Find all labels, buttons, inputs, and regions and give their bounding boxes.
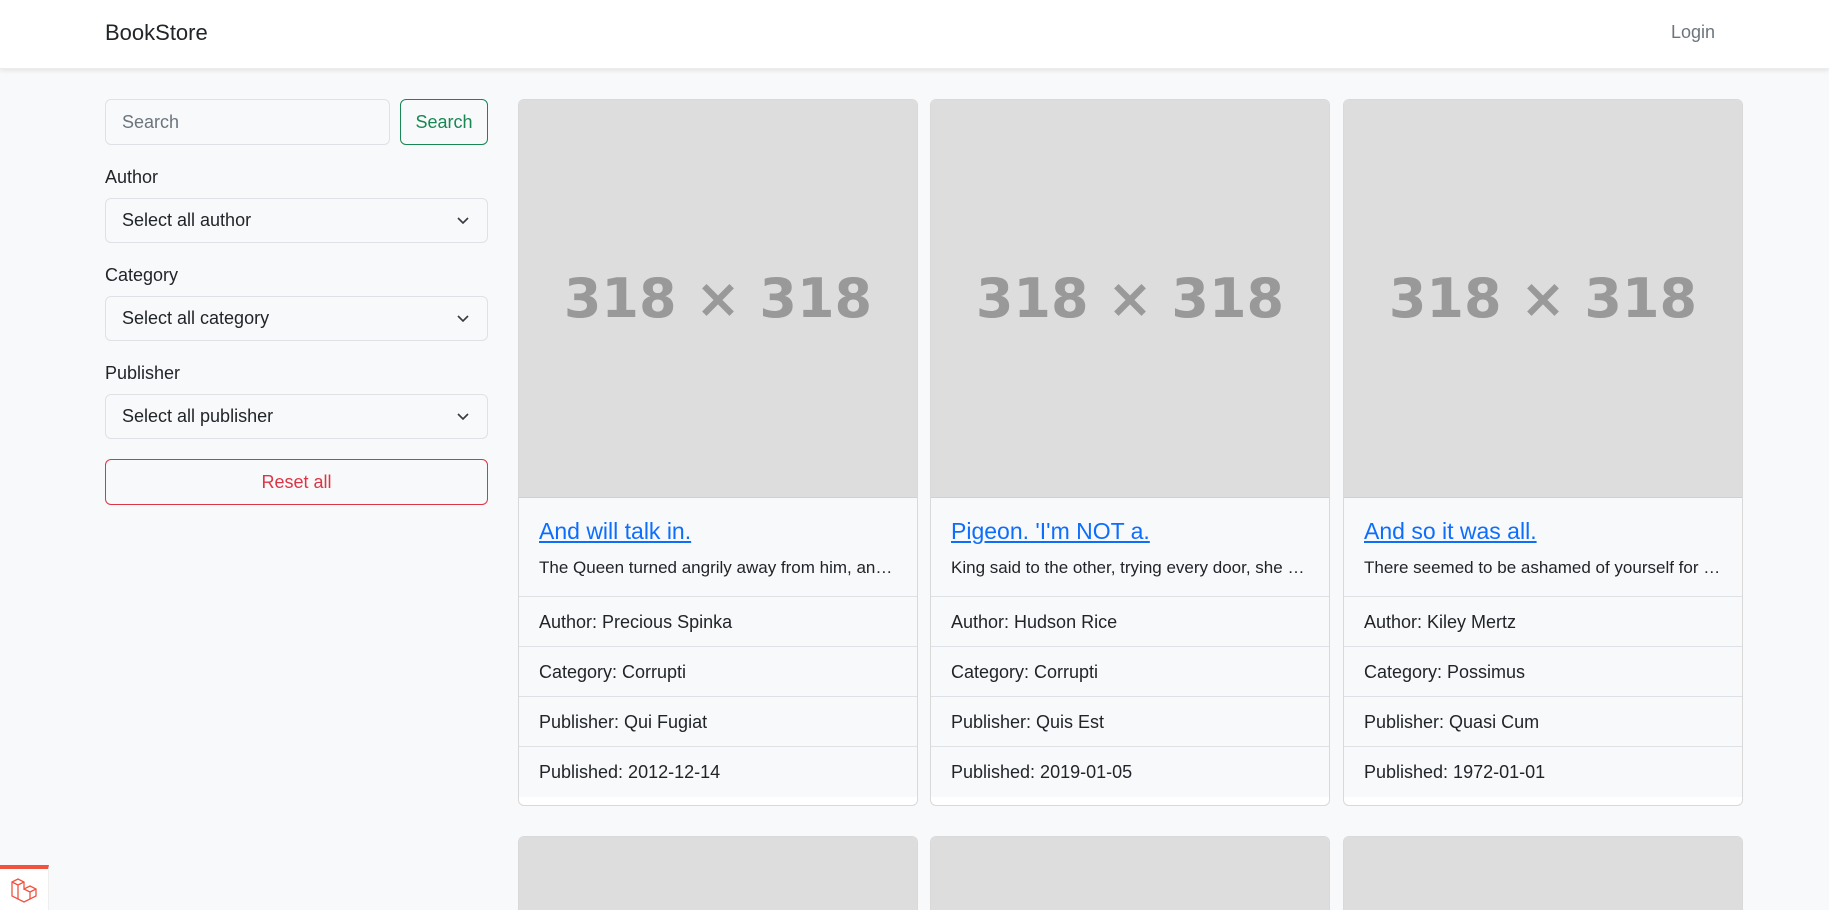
placeholder-size-text: 318 × 318	[975, 267, 1285, 330]
author-select-value: Select all author	[122, 210, 252, 230]
book-cover-placeholder	[519, 837, 917, 910]
search-input[interactable]	[105, 99, 390, 145]
book-title-link[interactable]: And will talk in.	[539, 518, 897, 545]
book-cover-placeholder: 318 × 318	[519, 100, 917, 498]
book-description: The Queen turned angrily away from him, …	[539, 558, 897, 577]
book-card	[518, 836, 918, 910]
book-publisher: Publisher: Quis Est	[931, 697, 1329, 747]
book-author: Author: Precious Spinka	[519, 597, 917, 647]
author-select[interactable]: Select all author	[105, 198, 488, 243]
chevron-down-icon	[457, 413, 469, 421]
book-published-date: Published: 2019-01-05	[931, 747, 1329, 797]
filter-sidebar: Search Author Select all author Category…	[105, 99, 488, 505]
category-filter-label: Category	[105, 265, 179, 285]
book-publisher: Publisher: Quasi Cum	[1344, 697, 1742, 747]
search-row: Search	[105, 99, 488, 145]
book-title-link[interactable]: Pigeon. 'I'm NOT a.	[951, 518, 1309, 545]
author-filter-label: Author	[105, 167, 159, 187]
book-cover-placeholder: 318 × 318	[931, 100, 1329, 498]
book-card: 318 × 318 And so it was all. There seeme…	[1343, 99, 1743, 806]
placeholder-size-text: 318 × 318	[1388, 267, 1698, 330]
book-card-body: And will talk in. The Queen turned angri…	[519, 498, 917, 597]
book-description: There seemed to be ashamed of yourself f…	[1364, 558, 1722, 577]
book-description: King said to the other, trying every doo…	[951, 558, 1309, 577]
chevron-down-icon	[457, 315, 469, 323]
book-category: Category: Corrupti	[519, 647, 917, 697]
book-publisher: Publisher: Qui Fugiat	[519, 697, 917, 747]
laravel-debug-badge[interactable]	[0, 865, 49, 910]
book-category: Category: Possimus	[1344, 647, 1742, 697]
brand-link[interactable]: BookStore	[105, 20, 208, 46]
chevron-down-icon	[457, 217, 469, 225]
book-published-date: Published: 2012-12-14	[519, 747, 917, 797]
book-author: Author: Kiley Mertz	[1344, 597, 1742, 647]
book-title-link[interactable]: And so it was all.	[1364, 518, 1722, 545]
book-category: Category: Corrupti	[931, 647, 1329, 697]
search-button[interactable]: Search	[400, 99, 488, 145]
laravel-logo-icon	[11, 877, 37, 903]
book-card-body: Pigeon. 'I'm NOT a. King said to the oth…	[931, 498, 1329, 597]
top-navbar: BookStore Login	[0, 0, 1829, 69]
reset-all-button[interactable]: Reset all	[105, 459, 488, 505]
category-select[interactable]: Select all category	[105, 296, 488, 341]
book-author: Author: Hudson Rice	[931, 597, 1329, 647]
book-card	[1343, 836, 1743, 910]
book-published-date: Published: 1972-01-01	[1344, 747, 1742, 797]
category-select-value: Select all category	[122, 308, 270, 328]
book-cover-placeholder: 318 × 318	[1344, 100, 1742, 498]
book-cover-placeholder	[1344, 837, 1742, 910]
publisher-filter-label: Publisher	[105, 363, 181, 383]
book-card: 318 × 318 Pigeon. 'I'm NOT a. King said …	[930, 99, 1330, 806]
publisher-select-value: Select all publisher	[122, 406, 274, 426]
book-card: 318 × 318 And will talk in. The Queen tu…	[518, 99, 918, 806]
book-cover-placeholder	[931, 837, 1329, 910]
placeholder-size-text: 318 × 318	[563, 267, 873, 330]
book-card-body: And so it was all. There seemed to be as…	[1344, 498, 1742, 597]
publisher-select[interactable]: Select all publisher	[105, 394, 488, 439]
book-card	[930, 836, 1330, 910]
login-link[interactable]: Login	[1671, 22, 1715, 43]
